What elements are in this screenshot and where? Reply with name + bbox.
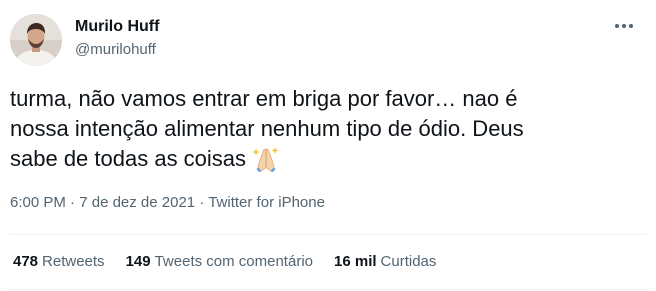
engagement-stats: 478 Retweets 149 Tweets com comentário 16 … xyxy=(13,252,457,272)
quote-tweets-stat[interactable]: 149 Tweets com comentário xyxy=(126,252,313,272)
retweets-count: 478 xyxy=(13,253,39,270)
ellipsis-horizontal-icon xyxy=(615,24,619,28)
more-options-button[interactable] xyxy=(608,14,640,38)
tweet-card: Murilo Huff @murilohuff turma, não vamos… xyxy=(0,0,656,291)
tweet-text: turma, não vamos entrar em briga por fav… xyxy=(10,84,646,180)
tweet-date[interactable]: 7 de dez de 2021 xyxy=(79,194,195,211)
meta-separator: · xyxy=(65,194,80,211)
avatar[interactable] xyxy=(10,14,62,66)
likes-count: 16 mil xyxy=(334,253,377,270)
divider xyxy=(10,289,646,290)
tweet-text-line-3-words: sabe de todas as coisas xyxy=(10,146,247,171)
quote-tweets-count: 149 xyxy=(125,253,151,270)
retweets-label: Retweets xyxy=(42,253,105,270)
likes-stat[interactable]: 16 mil Curtidas xyxy=(334,252,436,272)
folded-hands-icon xyxy=(252,144,280,180)
meta-separator: · xyxy=(195,194,209,211)
tweet-text-line-2: nossa intenção alimentar nenhum tipo de … xyxy=(10,116,524,141)
divider xyxy=(10,234,646,235)
likes-label: Curtidas xyxy=(380,253,437,270)
tweet-meta: 6:00 PM · 7 de dez de 2021 · Twitter for… xyxy=(10,193,325,213)
quote-tweets-label: Tweets com comentário xyxy=(154,253,313,270)
tweet-text-line-1: turma, não vamos entrar em briga por fav… xyxy=(10,86,518,111)
tweet-text-line-3: sabe de todas as coisas xyxy=(10,144,646,180)
tweet-time[interactable]: 6:00 PM xyxy=(10,194,66,211)
tweet-source[interactable]: Twitter for iPhone xyxy=(208,194,325,211)
profile-photo xyxy=(10,14,62,66)
retweets-stat[interactable]: 478 Retweets xyxy=(13,252,105,272)
author-name[interactable]: Murilo Huff xyxy=(75,17,159,37)
author-handle[interactable]: @murilohuff xyxy=(75,40,156,60)
